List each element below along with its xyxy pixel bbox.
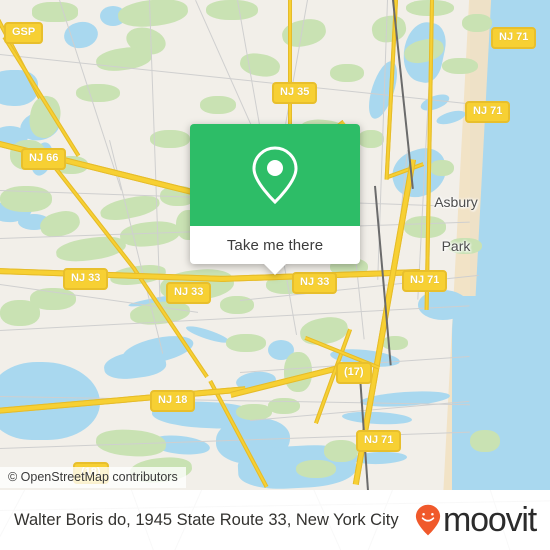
route-shield-nj18[interactable]: NJ 18 <box>150 390 196 412</box>
popup-image-panel <box>190 124 360 226</box>
popup-pointer <box>263 263 287 275</box>
place-label-line1: Asbury <box>434 194 478 211</box>
address-label: Walter Boris do, 1945 State Route 33, Ne… <box>14 510 399 529</box>
place-label-asbury-park: Asbury Park <box>420 166 492 284</box>
park-area <box>470 430 500 452</box>
route-shield-nj33[interactable]: NJ 33 <box>292 272 338 294</box>
route-shield-gsp[interactable]: GSP <box>4 22 44 44</box>
moovit-logo[interactable]: moovit <box>415 501 537 539</box>
water-bay <box>452 296 492 490</box>
park-area <box>442 58 478 74</box>
route-shield-nj71[interactable]: NJ 71 <box>465 101 511 123</box>
popup-action-bar[interactable]: Take me there <box>190 226 360 275</box>
footer-content: Walter Boris do, 1945 State Route 33, Ne… <box>0 503 550 537</box>
park-area <box>0 300 40 326</box>
moovit-smiley-pin-icon <box>415 504 441 536</box>
park-area <box>462 14 492 32</box>
screenshot-root: Asbury Park GSP NJ 71 NJ 35 NJ 71 NJ 66 … <box>0 0 550 550</box>
location-popup-card[interactable]: Take me there <box>190 124 360 275</box>
park-area <box>76 84 120 102</box>
route-shield-nj66[interactable]: NJ 66 <box>21 148 67 170</box>
footer-bar: Walter Boris do, 1945 State Route 33, Ne… <box>0 490 550 550</box>
moovit-wordmark: moovit <box>443 501 537 539</box>
route-shield-nj71[interactable]: NJ 71 <box>402 270 448 292</box>
route-shield-nj71[interactable]: NJ 71 <box>491 27 537 49</box>
place-label-line2: Park <box>441 238 471 255</box>
park-area <box>296 460 336 478</box>
take-me-there-label: Take me there <box>226 236 324 254</box>
park-area <box>150 130 190 148</box>
osm-attribution[interactable]: © OpenStreetMap contributors <box>0 467 186 488</box>
route-shield-nj33[interactable]: NJ 33 <box>166 282 212 304</box>
park-area <box>382 336 408 350</box>
park-area <box>330 64 364 82</box>
park-area <box>324 440 358 462</box>
park-area <box>206 0 258 20</box>
park-area <box>358 130 384 148</box>
route-shield-17[interactable]: (17) <box>336 362 372 384</box>
route-shield-nj71[interactable]: NJ 71 <box>356 430 402 452</box>
route-shield-nj33[interactable]: NJ 33 <box>63 268 109 290</box>
map-pin-icon <box>252 146 298 205</box>
park-area <box>226 334 266 352</box>
park-area <box>32 2 78 22</box>
park-area <box>200 96 236 114</box>
map-canvas[interactable]: Asbury Park GSP NJ 71 NJ 35 NJ 71 NJ 66 … <box>0 0 550 490</box>
route-shield-nj35[interactable]: NJ 35 <box>272 82 318 104</box>
